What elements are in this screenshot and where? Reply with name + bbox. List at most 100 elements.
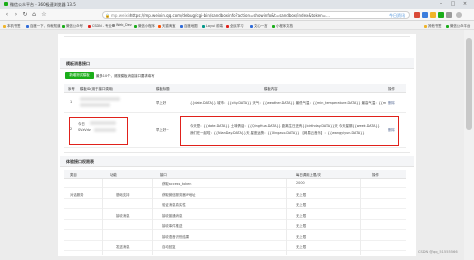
- bookmark-label: 本机书签: [7, 24, 21, 28]
- col-daily-limit: 每日调用上限/次: [296, 173, 321, 177]
- address-input[interactable]: 🔒 mp.weixin https://mp.weixin.qq.com/deb…: [102, 11, 410, 19]
- avatar[interactable]: [456, 12, 462, 18]
- bookmark-item[interactable]: 微信小程序: [134, 23, 155, 28]
- bookmark-label: 微信小程序: [138, 24, 155, 28]
- permission-api-link[interactable]: 接收语音识别结果: [162, 234, 189, 239]
- permission-category: 对话服务: [70, 192, 84, 197]
- bookmark-favicon-icon: [226, 24, 229, 28]
- bookmark-item[interactable]: Web_Dev: [112, 23, 132, 27]
- col-template-id: 模板ID(用于接口调用): [80, 87, 114, 91]
- permission-api-link[interactable]: 接收普通消息: [162, 213, 182, 218]
- wechat-favicon-icon: [4, 2, 8, 6]
- bookmark-item[interactable]: 其他书签: [424, 23, 442, 28]
- sandbox-page: 模板消息接口 新增测试模板 最多10个，请按模板消息接口要求填写 序号 模板ID…: [58, 34, 416, 256]
- extension-icon[interactable]: [414, 12, 420, 18]
- row-index: 1: [70, 100, 73, 104]
- bookmarks-bar: 本机书签 百度一下，你就知道 微信公众号 CSDN - 专业 Web_Dev 微信小程序 天…: [0, 21, 474, 30]
- template-title: 早上好: [156, 101, 167, 105]
- bookmark-favicon-icon: [180, 24, 183, 28]
- permission-api-link[interactable]: 接收事件推送: [162, 223, 182, 228]
- col-template-content: 模板内容: [264, 87, 278, 91]
- add-test-template-button[interactable]: 新增测试模板: [65, 72, 94, 79]
- close-icon[interactable]: ×: [460, 1, 470, 8]
- bookmark-item[interactable]: 微信公众号: [62, 23, 83, 28]
- menu-icon[interactable]: [446, 12, 452, 18]
- bookmark-item[interactable]: CSDN - 专业: [88, 23, 112, 28]
- delete-link[interactable]: 删除: [388, 100, 395, 105]
- permission-feature: 接收消息: [116, 213, 130, 218]
- permission-row: 验证消息真实性 无上限: [64, 200, 406, 209]
- extension-icon[interactable]: [438, 12, 444, 18]
- bookmark-favicon-icon: [26, 24, 29, 28]
- bookmark-favicon-icon: [88, 24, 91, 28]
- highlight-box: [69, 117, 128, 145]
- permission-api-link[interactable]: 获取access_token: [162, 181, 191, 186]
- maximize-icon[interactable]: □: [448, 1, 458, 8]
- window-title: 微信公众平台 - 360极速浏览器 13.5: [10, 2, 76, 7]
- bookmark-item[interactable]: 微信公众平台: [446, 23, 470, 28]
- template-section-header: 模板消息接口: [60, 58, 414, 69]
- bookmark-favicon-icon: [446, 24, 449, 28]
- bookmark-favicon-icon: [272, 24, 275, 28]
- permission-api-link[interactable]: 获取微信服务器IP地址: [162, 192, 196, 197]
- bookmark-item[interactable]: 百度一下，你就知道: [26, 23, 61, 28]
- extension-icon[interactable]: [430, 12, 436, 18]
- bookmark-item[interactable]: 天猫淘宝: [158, 23, 176, 28]
- template-table-header: 序号 模板ID(用于接口调用) 模板标题 模板内容 操作: [64, 84, 406, 93]
- window-title-bar: 微信公众平台 - 360极速浏览器 13.5 – □ ×: [0, 0, 474, 9]
- home-icon[interactable]: ⌂: [30, 11, 38, 19]
- bookmark-label: CSDN - 专业: [92, 24, 112, 28]
- extension-icon[interactable]: [422, 12, 428, 18]
- permission-row: 接收语音识别结果 无上限: [64, 232, 406, 241]
- forward-icon[interactable]: ›: [12, 11, 20, 19]
- minimize-icon[interactable]: –: [436, 1, 446, 8]
- url-text[interactable]: https://mp.weixin.qq.com/debug/cgi-bin/s…: [130, 13, 370, 18]
- search-hint[interactable]: 今日资讯: [389, 13, 405, 19]
- highlight-box: [180, 116, 399, 146]
- bookmark-favicon-icon: [424, 24, 427, 28]
- vertical-scrollbar[interactable]: [464, 30, 474, 260]
- bookmark-label: 微信公众平台: [450, 24, 471, 28]
- star-icon[interactable]: ☆: [40, 11, 48, 19]
- permission-section-title: 体验接口权限表: [66, 159, 94, 164]
- permission-api-link[interactable]: 验证消息真实性: [162, 202, 186, 207]
- bookmark-item[interactable]: 本机书签: [3, 23, 21, 28]
- permission-api-link[interactable]: 自动回复: [162, 244, 176, 249]
- bookmark-label: Web_Dev: [116, 23, 132, 27]
- col-template-title: 模板标题: [156, 87, 170, 91]
- bookmark-item[interactable]: 小程序文档: [272, 23, 293, 28]
- permission-feature: 基础支持: [116, 192, 130, 197]
- redacted-template-id: [80, 103, 110, 107]
- permission-daily-limit: 无上限: [296, 234, 307, 239]
- permission-daily-limit: 无上限: [296, 192, 307, 197]
- template-title: 早上好~: [156, 128, 170, 132]
- scrollbar-thumb[interactable]: [466, 38, 472, 130]
- permission-row: 接收消息 接收普通消息 无上限: [64, 211, 406, 220]
- permission-row: 接收事件推送 无上限: [64, 221, 406, 230]
- bookmark-label: 文心一言: [254, 24, 268, 28]
- bookmark-favicon-icon: [202, 24, 205, 28]
- bookmark-label: 百度一下，你就知道: [30, 24, 61, 28]
- watermark: CSDN @qq_51555566: [418, 250, 458, 254]
- permission-row: 对话服务 基础支持 获取微信服务器IP地址 无上限: [64, 190, 406, 199]
- bookmark-item[interactable]: 文心一言: [250, 23, 268, 28]
- permission-row: 发送消息 自动回复 无上限: [64, 242, 406, 251]
- bookmark-item[interactable]: Layui 前端: [202, 23, 223, 28]
- template-section-title: 模板消息接口: [66, 61, 90, 66]
- permission-daily-limit: 无上限: [296, 203, 307, 207]
- bookmark-label: 微信公众号: [66, 24, 83, 28]
- refresh-icon[interactable]: ↻: [21, 11, 29, 19]
- bookmark-label: 小程序文档: [276, 24, 293, 28]
- bookmark-item[interactable]: 百度地图: [180, 23, 198, 28]
- permission-daily-limit: 2000: [296, 181, 305, 185]
- col-index: 序号: [68, 87, 75, 91]
- col-action: 操作: [388, 87, 395, 91]
- bookmark-item[interactable]: 全民学习: [226, 23, 244, 28]
- permission-row: 获取access_token 2000: [64, 179, 406, 188]
- back-icon[interactable]: ‹: [3, 11, 11, 19]
- bookmark-favicon-icon: [158, 24, 161, 28]
- permission-daily-limit: 无上限: [296, 224, 307, 228]
- bookmark-label: 其他书签: [428, 24, 442, 28]
- permission-section-header: 体验接口权限表: [60, 156, 414, 167]
- permission-feature: 发送消息: [116, 245, 130, 249]
